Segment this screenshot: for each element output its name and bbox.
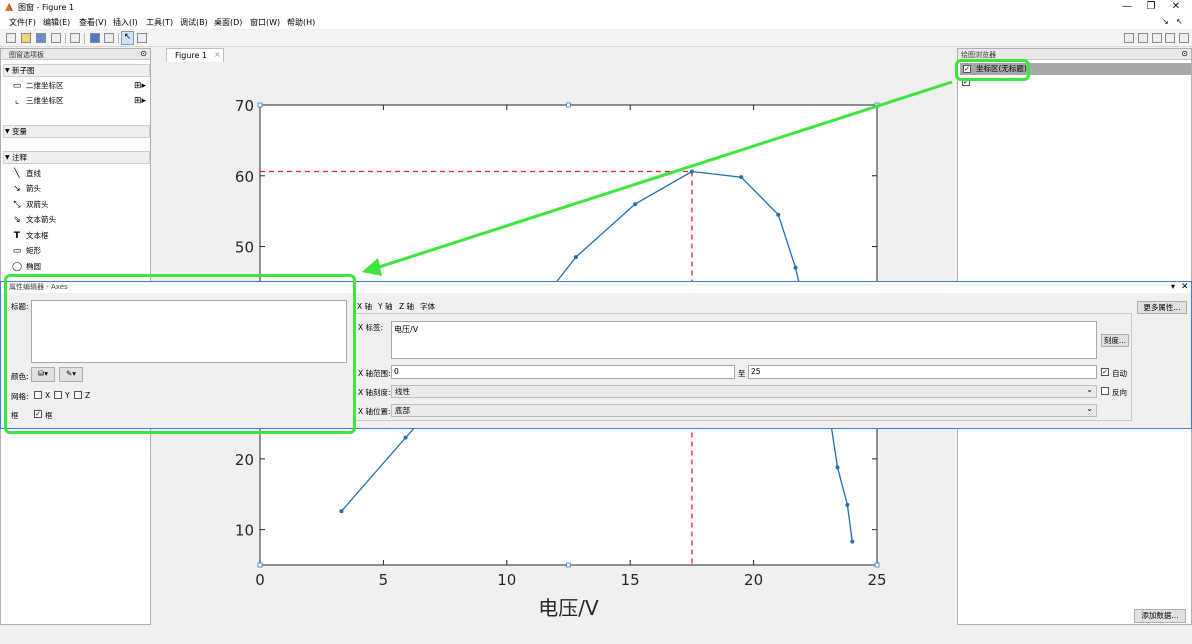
x-tick-label: 5 xyxy=(379,571,389,589)
y-tick-label: 60 xyxy=(235,168,254,186)
data-point[interactable] xyxy=(776,212,781,217)
panel-close-icon[interactable]: ✕ xyxy=(1181,282,1189,292)
data-point[interactable] xyxy=(689,169,694,174)
tab-y-axis[interactable]: Y 轴 xyxy=(378,301,392,312)
data-point[interactable] xyxy=(633,202,638,207)
selection-handle[interactable] xyxy=(874,562,880,568)
highlight-property-editor xyxy=(4,274,356,434)
x-tick-label: 25 xyxy=(867,571,886,589)
data-point[interactable] xyxy=(403,435,408,440)
x-scale-dropdown[interactable]: 线性 xyxy=(391,384,1097,398)
x-label-input[interactable]: 电压/V xyxy=(391,321,1097,359)
y-tick-label: 20 xyxy=(235,451,254,469)
auto-range-label: 自动 xyxy=(1112,369,1127,378)
reverse-checkbox[interactable] xyxy=(1101,387,1109,395)
panel-menu-icon[interactable]: ▾ xyxy=(1171,282,1175,291)
tab-z-axis[interactable]: Z 轴 xyxy=(399,301,414,312)
selection-handle[interactable] xyxy=(566,562,571,568)
x-label-label: X 标签: xyxy=(358,323,384,332)
x-tick-label: 10 xyxy=(497,571,516,589)
data-point[interactable] xyxy=(793,265,798,270)
selection-handle[interactable] xyxy=(566,102,571,108)
data-point[interactable] xyxy=(850,539,855,544)
x-axis-label: 电压/V xyxy=(538,596,599,620)
x-range-label: X 轴范围: xyxy=(358,369,391,378)
x-range-to-label: 至 xyxy=(738,369,746,378)
y-tick-label: 70 xyxy=(235,97,254,115)
add-data-button[interactable]: 添加数据... xyxy=(1134,609,1186,623)
data-point[interactable] xyxy=(573,255,578,260)
x-range-min-input[interactable]: 0 xyxy=(391,365,735,379)
x-location-label: X 轴位置: xyxy=(358,407,391,416)
tab-font[interactable]: 字体 xyxy=(420,301,435,312)
selection-handle[interactable] xyxy=(257,562,263,568)
x-tick-label: 0 xyxy=(255,571,265,589)
selection-handle[interactable] xyxy=(257,102,263,108)
data-point[interactable] xyxy=(845,502,850,507)
tab-x-axis[interactable]: X 轴 xyxy=(357,301,372,312)
data-point[interactable] xyxy=(835,465,840,470)
x-tick-label: 20 xyxy=(744,571,763,589)
y-tick-label: 10 xyxy=(235,522,254,540)
x-location-dropdown[interactable]: 底部 xyxy=(391,403,1097,417)
x-scale-label: X 轴刻度: xyxy=(358,388,391,397)
ticks-button[interactable]: 刻度... xyxy=(1101,334,1129,347)
data-point[interactable] xyxy=(339,509,344,514)
auto-range-checkbox[interactable]: ✓ xyxy=(1101,368,1109,376)
reverse-label: 反向 xyxy=(1112,388,1127,397)
selection-handle[interactable] xyxy=(874,102,880,108)
y-tick-label: 50 xyxy=(235,239,254,257)
more-properties-button[interactable]: 更多属性... xyxy=(1137,301,1187,314)
x-tick-label: 15 xyxy=(621,571,640,589)
data-point[interactable] xyxy=(739,175,744,180)
panel-options-icon[interactable]: ⊙ xyxy=(1181,49,1188,58)
x-range-max-input[interactable]: 25 xyxy=(748,365,1097,379)
highlight-axes-item xyxy=(955,59,1030,81)
